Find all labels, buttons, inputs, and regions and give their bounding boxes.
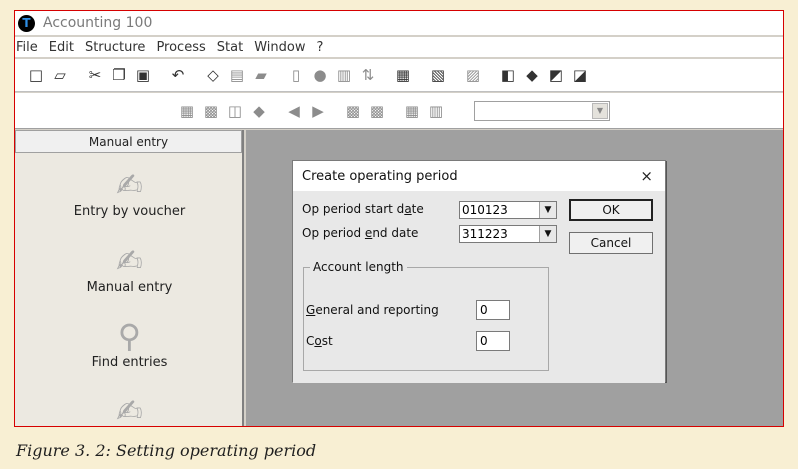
menu-stat[interactable]: Stat [217, 40, 243, 55]
toolbar-separator [161, 64, 162, 86]
grid-icon[interactable]: ▦ [401, 100, 423, 122]
panel-item-label: Find entries [91, 355, 168, 370]
tool-icon[interactable]: ◧ [497, 64, 519, 86]
toolbar-separator [598, 64, 599, 86]
app-logo-icon: T [18, 14, 35, 32]
panel-item-find-entries[interactable]: ⚲ Find entries [15, 317, 244, 370]
panel-item-manual-entry[interactable]: ✍ Manual entry [15, 242, 244, 295]
dialog-title-bar: Create operating period × [293, 161, 665, 191]
cancel-button[interactable]: Cancel [569, 232, 653, 254]
layout-icon[interactable]: ▦ [176, 100, 198, 122]
toolbar-separator [19, 64, 20, 86]
group-title: Account length [310, 260, 407, 274]
sort-icon[interactable]: ⇅ [357, 64, 379, 86]
arrow-right-icon[interactable]: ▶ [307, 100, 329, 122]
menu-window[interactable]: Window [254, 40, 305, 55]
shield-icon[interactable]: ◆ [248, 100, 270, 122]
dialog-title: Create operating period [302, 168, 458, 184]
title-bar: T Accounting 100 [15, 11, 783, 35]
cut-icon[interactable]: ✂ [84, 64, 106, 86]
toolbar-combo[interactable]: ▼ [474, 100, 610, 121]
toolbar-separator [277, 99, 278, 122]
layout-alt-icon[interactable]: ▩ [200, 100, 222, 122]
app-window: T Accounting 100 File Edit Structure Pro… [14, 10, 784, 427]
eraser-icon[interactable]: ◇ [202, 64, 224, 86]
account-length-group: Account length General and reporting 0 C… [303, 260, 549, 371]
menu-structure[interactable]: Structure [85, 40, 145, 55]
chevron-down-icon[interactable]: ▼ [539, 202, 556, 218]
calculator-icon[interactable]: ▧ [427, 64, 449, 86]
general-reporting-label: General and reporting [306, 303, 439, 317]
export-icon[interactable]: ▦ [392, 64, 414, 86]
panel-item-entry-by-voucher[interactable]: ✍ Entry by voucher [15, 166, 244, 219]
menu-process[interactable]: Process [156, 40, 205, 55]
panel-item-more[interactable]: ✍ [15, 392, 244, 427]
panel-item-label: Manual entry [86, 280, 173, 295]
close-icon[interactable]: × [640, 167, 653, 185]
start-date-value: 010123 [462, 203, 508, 217]
stamp-icon[interactable]: ◫ [224, 100, 246, 122]
end-date-value: 311223 [462, 227, 508, 241]
panel-header[interactable]: Manual entry [15, 130, 242, 153]
menu-edit[interactable]: Edit [49, 40, 74, 55]
chevron-down-icon[interactable]: ▼ [539, 226, 556, 242]
toolbar-separator [386, 64, 387, 86]
window-title: Accounting 100 [43, 15, 153, 31]
group-alt-icon[interactable]: ▩ [366, 100, 388, 122]
group-icon[interactable]: ▩ [342, 100, 364, 122]
toolbar-separator [454, 99, 455, 122]
find-icon: ⚲ [117, 317, 142, 355]
toolbar-separator [170, 99, 171, 122]
document-icon[interactable]: ▯ [285, 64, 307, 86]
folder-edit-icon[interactable]: ▰ [250, 64, 272, 86]
print-icon[interactable]: ▥ [333, 64, 355, 86]
calendar-icon[interactable]: ▨ [462, 64, 484, 86]
users-icon[interactable]: ◆ [521, 64, 543, 86]
end-date-select[interactable]: 311223 ▼ [459, 225, 557, 243]
toolbar-separator [491, 64, 492, 86]
start-date-label: Op period start date [302, 202, 424, 216]
cost-input[interactable]: 0 [476, 331, 510, 351]
toolbar-separator [78, 64, 79, 86]
figure-caption: Figure 3. 2: Setting operating period [16, 441, 317, 460]
open-folder-icon[interactable]: ▱ [49, 64, 71, 86]
book-icon[interactable]: ▤ [226, 64, 248, 86]
new-file-icon[interactable]: □ [25, 64, 47, 86]
paste-icon[interactable]: ▣ [132, 64, 154, 86]
copy-icon[interactable]: ❐ [108, 64, 130, 86]
toolbar-separator [395, 99, 396, 122]
arrow-left-icon[interactable]: ◀ [283, 100, 305, 122]
undo-icon[interactable]: ↶ [167, 64, 189, 86]
chevron-down-icon[interactable]: ▼ [592, 102, 608, 119]
hand-pen-icon: ✍ [116, 242, 143, 280]
menu-help[interactable]: ? [316, 40, 323, 55]
toolbar-separator [279, 64, 280, 86]
toolbar-separator [336, 99, 337, 122]
ok-button[interactable]: OK [569, 199, 653, 221]
general-reporting-input[interactable]: 0 [476, 300, 510, 320]
refresh-icon[interactable]: ◩ [545, 64, 567, 86]
start-date-select[interactable]: 010123 ▼ [459, 201, 557, 219]
dialog-body: Op period start date 010123 ▼ Op period … [293, 191, 665, 383]
toolbar-separator [196, 64, 197, 86]
calculator-small-icon[interactable]: ▥ [425, 100, 447, 122]
create-operating-period-dialog: Create operating period × Op period star… [292, 160, 666, 383]
hand-pen-icon: ✍ [116, 166, 143, 204]
hand-pen-icon: ✍ [116, 392, 143, 427]
panel-item-label: Entry by voucher [73, 204, 186, 219]
toolbar-separator [456, 64, 457, 86]
menu-file[interactable]: File [16, 40, 38, 55]
main-toolbar: □ ▱ ✂ ❐ ▣ ↶ ◇ ▤ ▰ ▯ ● ▥ ⇅ ▦ ▧ ▨ ◧ ◆ ◩ ◪ [15, 59, 783, 92]
settings-icon[interactable]: ◪ [569, 64, 591, 86]
secondary-toolbar: ▦ ▩ ◫ ◆ ◀ ▶ ▩ ▩ ▦ ▥ ▼ [15, 93, 783, 129]
cost-label: Cost [306, 334, 333, 348]
menu-bar: File Edit Structure Process Stat Window … [15, 37, 783, 57]
toolbar-separator [421, 64, 422, 86]
info-icon[interactable]: ● [309, 64, 331, 86]
left-panel: Manual entry ✍ Entry by voucher ✍ Manual… [15, 130, 244, 427]
end-date-label: Op period end date [302, 226, 419, 240]
